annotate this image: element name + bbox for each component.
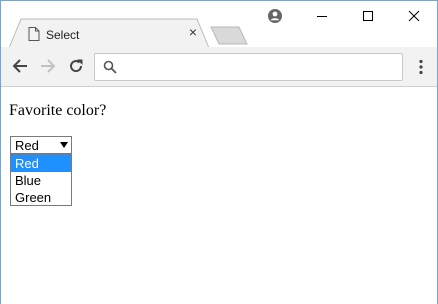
question-label: Favorite color?	[9, 102, 107, 119]
tab-title: Select	[46, 28, 80, 42]
maximize-icon	[363, 11, 373, 21]
forward-arrow-icon	[41, 59, 56, 73]
title-bar: Select ×	[1, 1, 437, 48]
search-icon	[103, 60, 117, 74]
option-green[interactable]: Green	[11, 189, 71, 206]
select-current-value: Red	[15, 138, 39, 153]
dropdown-arrow-icon	[60, 142, 68, 148]
browser-toolbar	[1, 47, 437, 87]
back-arrow-icon	[12, 59, 27, 73]
page-icon	[28, 27, 40, 41]
profile-icon[interactable]	[267, 8, 283, 24]
address-bar[interactable]	[94, 53, 403, 81]
select-dropdown-list: Red Blue Green	[10, 154, 72, 206]
browser-menu-button[interactable]	[413, 57, 429, 77]
browser-window: Select × Favorite color? Red Red Blue Gr…	[0, 0, 438, 304]
close-button[interactable]	[391, 1, 437, 31]
new-tab-button[interactable]	[209, 25, 249, 45]
option-blue[interactable]: Blue	[11, 172, 71, 189]
kebab-menu-icon	[419, 59, 423, 75]
back-button[interactable]	[9, 55, 31, 77]
address-input[interactable]	[123, 58, 393, 76]
tab-select[interactable]: Select ×	[9, 18, 209, 48]
reload-button[interactable]	[65, 55, 87, 77]
window-controls	[299, 1, 437, 31]
close-icon	[408, 10, 420, 22]
option-red[interactable]: Red	[11, 155, 71, 172]
reload-icon	[70, 59, 83, 73]
minimize-icon	[317, 16, 327, 17]
minimize-button[interactable]	[299, 1, 345, 31]
maximize-button[interactable]	[345, 1, 391, 31]
color-select[interactable]: Red	[10, 136, 72, 154]
page-content: Favorite color? Red Red Blue Green	[1, 88, 437, 304]
tab-close-icon[interactable]: ×	[185, 24, 201, 40]
forward-button[interactable]	[37, 55, 59, 77]
